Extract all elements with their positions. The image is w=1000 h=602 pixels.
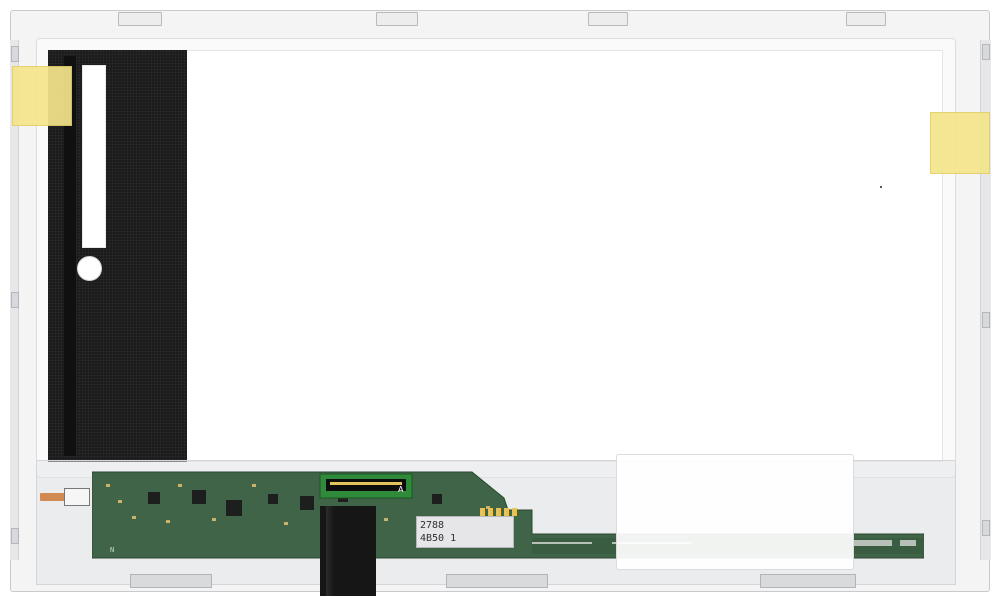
pcb-chip [148, 492, 160, 504]
yellow-tape-right [930, 112, 990, 174]
serial-line: 4B50 1 [420, 533, 457, 544]
yellow-tape-left [12, 66, 72, 126]
dust-speck [880, 186, 882, 188]
pcb-chip [432, 494, 442, 504]
serial-line: 2788 [420, 520, 445, 531]
bottom-tab [760, 574, 856, 588]
pcb-chip [192, 490, 206, 504]
side-tab [11, 292, 19, 308]
white-sticker [616, 454, 854, 570]
flex-cable-highlight [326, 506, 334, 596]
round-label [77, 256, 102, 281]
side-tab [982, 520, 990, 536]
serial-label: 2788 4B50 1 [416, 516, 514, 548]
active-display-area [186, 50, 943, 462]
top-clip [846, 12, 886, 26]
connector-marking: A [398, 485, 404, 494]
top-clip [588, 12, 628, 26]
pcb-chip [226, 500, 242, 516]
small-connector [64, 488, 90, 506]
top-clip [118, 12, 162, 26]
pcb-chip [300, 496, 314, 510]
bottom-tab [130, 574, 212, 588]
side-tab [11, 528, 19, 544]
white-label-strip [82, 65, 106, 248]
side-tab [11, 46, 19, 62]
bottom-tab [446, 574, 548, 588]
side-tab [982, 44, 990, 60]
top-clip [376, 12, 418, 26]
side-tab [982, 312, 990, 328]
pcb-chip [268, 494, 278, 504]
pcb-marking: N [110, 546, 114, 554]
